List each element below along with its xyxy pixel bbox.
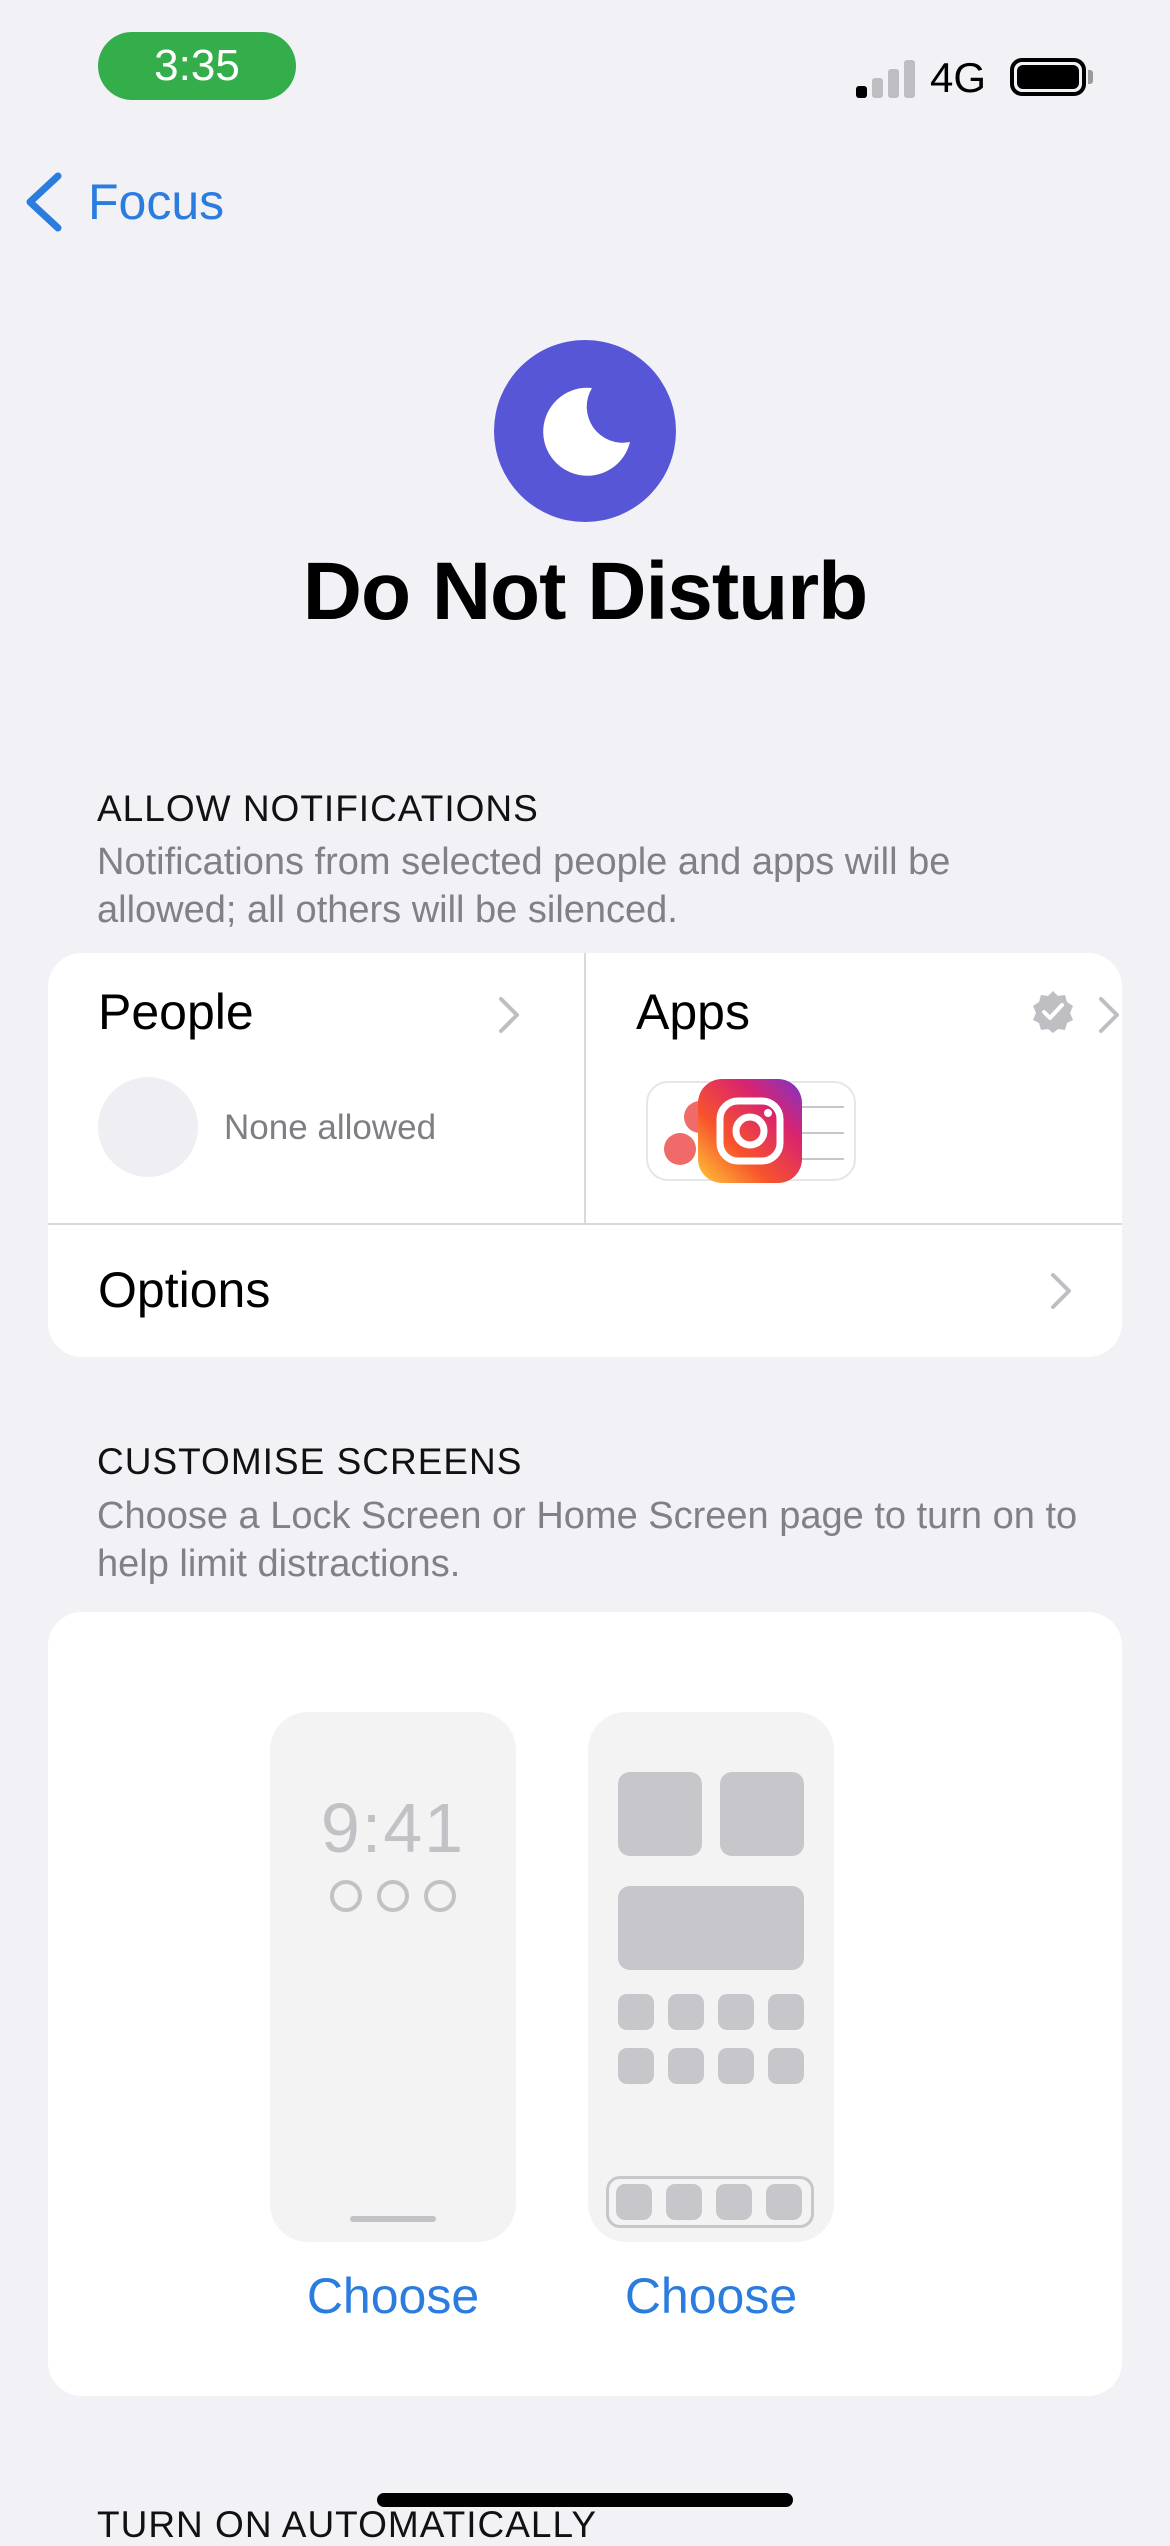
- page-title: Do Not Disturb: [302, 546, 868, 637]
- verified-badge-icon: [1033, 991, 1073, 1033]
- chevron-right-icon: [499, 997, 519, 1033]
- back-button[interactable]: Focus: [22, 170, 224, 234]
- app-placeholder: [668, 1994, 704, 2030]
- battery-nub: [1088, 70, 1093, 84]
- back-label: Focus: [88, 174, 225, 230]
- battery-icon: [1010, 58, 1086, 96]
- widget-placeholder: [424, 1880, 456, 1912]
- lock-screen-home-bar: [350, 2216, 436, 2222]
- app-placeholder: [768, 1994, 804, 2030]
- lock-screen-preview[interactable]: 9:41: [270, 1712, 516, 2242]
- network-type: 4G: [930, 54, 987, 101]
- app-placeholder: [618, 1994, 654, 2030]
- home-indicator: [377, 2493, 793, 2507]
- choose-home-screen-button[interactable]: Choose: [561, 2267, 861, 2325]
- app-placeholder: [666, 2184, 702, 2220]
- allow-notifications-header: ALLOW NOTIFICATIONS: [97, 788, 539, 829]
- apps-cell[interactable]: Apps: [586, 953, 1122, 1223]
- lock-screen-time: 9:41: [320, 1789, 466, 1867]
- home-screen-preview[interactable]: [588, 1712, 834, 2242]
- allow-notifications-description: Notifications from selected people and a…: [97, 841, 951, 931]
- customise-screens-card: 9:41 Choose Choose: [48, 1612, 1122, 2396]
- options-row[interactable]: Options: [48, 1225, 1122, 1357]
- focus-mode-icon: [494, 340, 676, 522]
- people-label: People: [98, 984, 254, 1040]
- options-label: Options: [98, 1262, 271, 1318]
- people-status: None allowed: [224, 1108, 437, 1147]
- people-cell[interactable]: People None allowed: [48, 953, 584, 1223]
- chevron-right-icon: [1051, 1273, 1071, 1309]
- widget-placeholder: [618, 1772, 702, 1856]
- app-placeholder: [618, 2048, 654, 2084]
- widget-placeholder: [618, 1886, 804, 1970]
- apps-label: Apps: [636, 984, 750, 1040]
- app-placeholder: [768, 2048, 804, 2084]
- moon-icon: [543, 387, 630, 476]
- app-placeholder: [718, 2048, 754, 2084]
- chevron-right-icon: [1099, 997, 1119, 1033]
- widget-placeholder: [330, 1880, 362, 1912]
- avatar-placeholder: [98, 1077, 198, 1177]
- dock-placeholder: [606, 2176, 814, 2228]
- customise-screens-description: Choose a Lock Screen or Home Screen page…: [97, 1495, 1078, 1585]
- instagram-app-icon: [698, 1079, 802, 1183]
- widget-placeholder: [720, 1772, 804, 1856]
- notifications-card: People None allowed Apps Options: [48, 953, 1122, 1357]
- app-placeholder: [718, 1994, 754, 2030]
- app-placeholder: [668, 2048, 704, 2084]
- app-placeholder: [766, 2184, 802, 2220]
- choose-lock-screen-button[interactable]: Choose: [243, 2267, 543, 2325]
- status-time: 3:35: [98, 32, 296, 100]
- widget-placeholder: [377, 1880, 409, 1912]
- chevron-left-icon: [26, 172, 62, 232]
- app-placeholder: [716, 2184, 752, 2220]
- customise-screens-header: CUSTOMISE SCREENS: [97, 1441, 523, 1482]
- cellular-signal-icon: [856, 58, 916, 98]
- turn-on-automatically-header: TURN ON AUTOMATICALLY: [97, 2504, 598, 2545]
- app-placeholder: [616, 2184, 652, 2220]
